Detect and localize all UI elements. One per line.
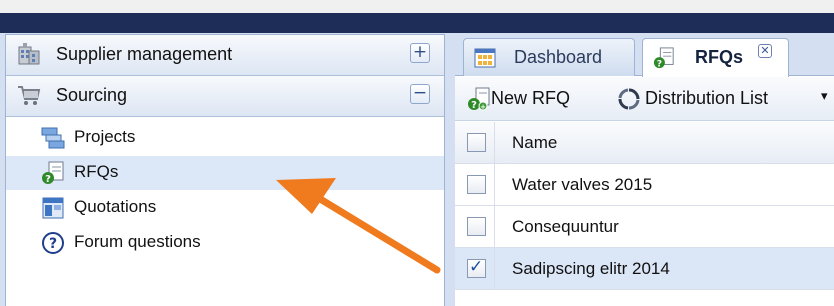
column-header-name[interactable]: Name [512,133,557,153]
dashboard-icon [474,47,496,69]
row-name: Sadipscing elitr 2014 [512,259,670,278]
rfq-grid: Name Water valves 2015 Consequuntur ✓ Sa… [455,122,834,306]
svg-text:?: ? [49,236,57,252]
tab-strip: Dashboard ? RFQs ✕ [455,34,834,77]
sidebar-item-quotations[interactable]: Quotations [6,191,444,225]
select-all-cell [455,122,495,163]
row-checkbox[interactable] [467,217,486,236]
row-checkbox[interactable] [467,175,486,194]
row-checkbox[interactable]: ✓ [467,257,486,278]
svg-text:+: + [480,103,486,111]
table-row[interactable]: Water valves 2015 [455,164,834,206]
new-rfq-icon: + ? [467,87,491,111]
projects-icon [41,126,65,150]
distribution-list-label: Distribution List [645,88,769,108]
checkbox-cell [455,164,495,205]
building-icon [16,41,42,67]
sidebar-item-label: Forum questions [74,232,201,251]
svg-text:?: ? [45,174,51,185]
rfq-icon: ? [41,161,65,185]
app-title-bar [0,13,834,33]
collapse-button[interactable]: − [410,84,430,104]
new-rfq-button[interactable]: + ? New RFQ [463,77,613,121]
content-pane: Dashboard ? RFQs ✕ + ? New RFQ Distribut… [455,34,834,306]
sidebar-item-label: RFQs [74,162,119,181]
sidebar-item-forum-questions[interactable]: ? Forum questions [6,226,444,260]
question-icon: ? [41,231,65,255]
grid-header-row: Name [455,122,834,164]
row-name: Water valves 2015 [512,175,653,194]
row-name: Consequuntur [512,217,619,236]
checkmark-icon: ✓ [469,257,484,277]
new-rfq-label: New RFQ [491,88,571,108]
svg-text:?: ? [471,100,477,111]
top-band [0,0,834,13]
chevron-down-icon[interactable]: ▾ [821,89,828,104]
tab-label: RFQs [695,47,744,67]
checkbox-cell [455,206,495,247]
refresh-icon [617,87,641,111]
quotations-icon [41,196,65,220]
section-label: Sourcing [56,85,128,105]
tab-label: Dashboard [514,47,603,67]
tab-dashboard[interactable]: Dashboard [463,38,635,76]
sidebar-item-rfqs[interactable]: ? RFQs [6,156,444,190]
sidebar-item-label: Projects [74,127,136,146]
tab-rfqs[interactable]: ? RFQs ✕ [642,38,789,77]
distribution-list-button[interactable]: Distribution List ▾ [615,77,834,121]
close-icon[interactable]: ✕ [758,44,772,58]
sidebar-item-label: Quotations [74,197,157,216]
section-sourcing[interactable]: Sourcing − [6,76,444,117]
checkbox-cell: ✓ [455,248,495,289]
svg-text:?: ? [657,58,662,69]
expand-button[interactable]: + [410,43,430,63]
rfq-icon: ? [653,47,675,69]
navigation-panel: Supplier management + Sourcing − Project… [5,34,445,306]
table-row[interactable]: Consequuntur [455,206,834,248]
section-supplier-management[interactable]: Supplier management + [6,35,444,76]
toolbar: + ? New RFQ Distribution List ▾ [455,77,834,121]
table-row[interactable]: ✓ Sadipscing elitr 2014 [455,248,834,290]
cart-icon [16,82,42,108]
select-all-checkbox[interactable] [467,133,486,152]
sidebar-item-projects[interactable]: Projects [6,121,444,155]
section-label: Supplier management [56,44,233,64]
